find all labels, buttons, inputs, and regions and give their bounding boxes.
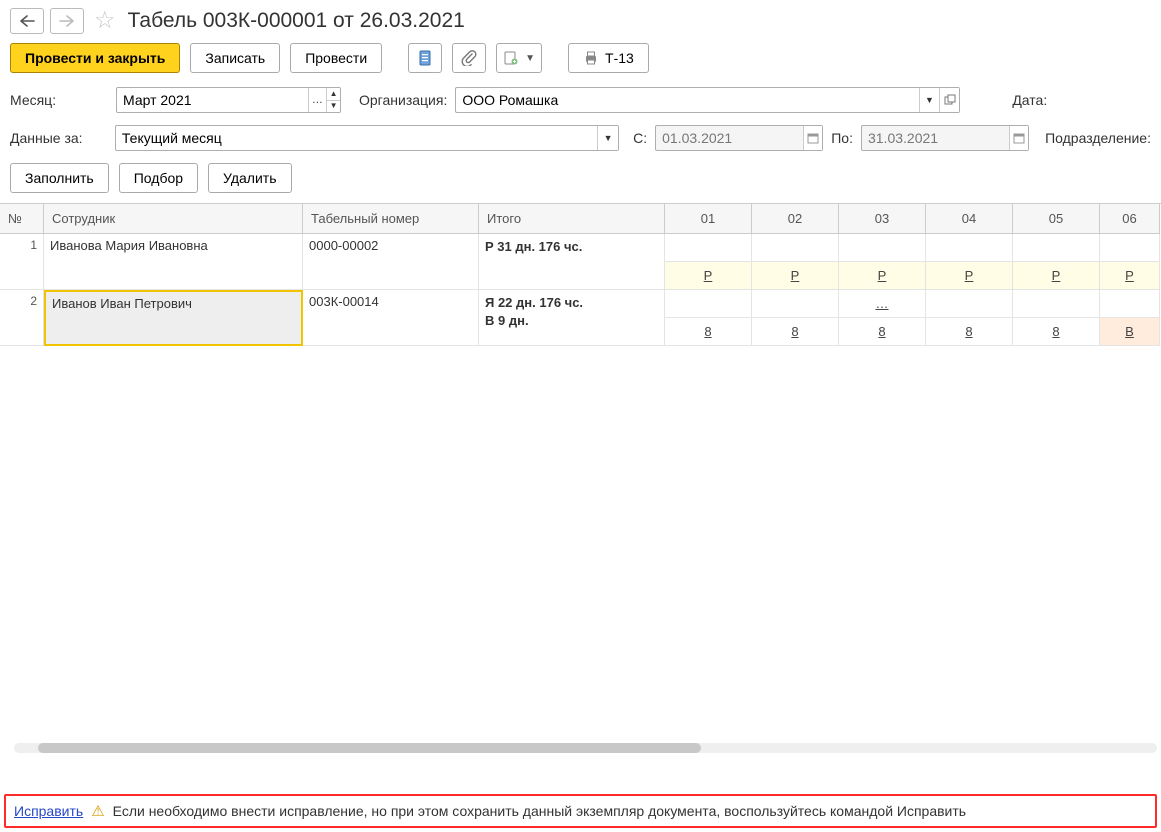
post-and-close-button[interactable]: Провести и закрыть: [10, 43, 180, 73]
col-header-day[interactable]: 06: [1100, 204, 1160, 234]
date-label: Дата:: [1012, 92, 1047, 108]
calendar-to-icon[interactable]: [1009, 126, 1028, 150]
nav-back-button[interactable]: [10, 8, 44, 34]
fill-button[interactable]: Заполнить: [10, 163, 109, 193]
employee-cell[interactable]: Иванова Мария Ивановна: [44, 234, 303, 290]
org-dropdown-button[interactable]: ▼: [919, 88, 939, 112]
page-title: Табель 003К-000001 от 26.03.2021: [128, 9, 465, 33]
calendar-from-icon[interactable]: [803, 126, 822, 150]
dept-label: Подразделение:: [1045, 130, 1151, 146]
col-header-day[interactable]: 04: [926, 204, 1013, 234]
month-label: Месяц:: [10, 92, 108, 108]
day-bot-cell[interactable]: Р: [1013, 262, 1100, 290]
day-top-cell[interactable]: [752, 234, 839, 262]
scrollbar-thumb[interactable]: [38, 743, 701, 753]
day-bot-cell[interactable]: В: [1100, 318, 1160, 346]
row-number: 2: [0, 290, 44, 346]
document-icon-button[interactable]: [408, 43, 442, 73]
post-button[interactable]: Провести: [290, 43, 382, 73]
day-top-cell[interactable]: [926, 290, 1013, 318]
col-header-num[interactable]: №: [0, 204, 44, 234]
org-label: Организация:: [359, 92, 447, 108]
org-open-button[interactable]: [939, 88, 959, 112]
day-top-cell[interactable]: [1100, 290, 1160, 318]
extra-actions-button[interactable]: ▼: [496, 43, 542, 73]
horizontal-scrollbar[interactable]: [14, 743, 1157, 753]
day-bot-cell[interactable]: 8: [752, 318, 839, 346]
day-top-cell[interactable]: [926, 234, 1013, 262]
col-header-total[interactable]: Итого: [479, 204, 665, 234]
data-for-label: Данные за:: [10, 130, 107, 146]
month-spinner[interactable]: ▲▼: [326, 88, 340, 112]
month-select-button[interactable]: …: [308, 88, 327, 112]
day-bot-cell[interactable]: Р: [839, 262, 926, 290]
warning-icon: ⚠: [91, 802, 104, 820]
col-header-day[interactable]: 01: [665, 204, 752, 234]
day-bot-cell[interactable]: 8: [926, 318, 1013, 346]
col-header-day[interactable]: 02: [752, 204, 839, 234]
pick-button[interactable]: Подбор: [119, 163, 198, 193]
tabnum-cell[interactable]: 0000-00002: [303, 234, 479, 290]
day-top-cell[interactable]: [665, 234, 752, 262]
row-number: 1: [0, 234, 44, 290]
date-from-input[interactable]: [655, 125, 823, 151]
day-top-cell[interactable]: [1100, 234, 1160, 262]
col-header-day[interactable]: 05: [1013, 204, 1100, 234]
day-bot-cell[interactable]: 8: [665, 318, 752, 346]
day-top-cell[interactable]: …: [839, 290, 926, 318]
data-for-input[interactable]: ▼: [115, 125, 619, 151]
nav-forward-button[interactable]: [50, 8, 84, 34]
month-input[interactable]: … ▲▼: [116, 87, 341, 113]
day-bot-cell[interactable]: Р: [665, 262, 752, 290]
total-cell: Я 22 дн. 176 чс. В 9 дн.: [479, 290, 665, 346]
day-bot-cell[interactable]: 8: [1013, 318, 1100, 346]
org-input[interactable]: ▼: [455, 87, 960, 113]
total-cell: Р 31 дн. 176 чс.: [479, 234, 665, 290]
day-bot-cell[interactable]: Р: [1100, 262, 1160, 290]
day-top-cell[interactable]: [839, 234, 926, 262]
print-t13-button[interactable]: Т-13: [568, 43, 649, 73]
day-top-cell[interactable]: [1013, 234, 1100, 262]
chevron-down-icon: ▼: [525, 53, 535, 64]
day-top-cell[interactable]: [665, 290, 752, 318]
correct-link[interactable]: Исправить: [14, 803, 83, 819]
day-bot-cell[interactable]: Р: [752, 262, 839, 290]
employee-cell[interactable]: Иванов Иван Петрович: [44, 290, 303, 346]
data-for-dropdown-button[interactable]: ▼: [597, 126, 618, 150]
col-header-tab_num[interactable]: Табельный номер: [303, 204, 479, 234]
attachment-icon-button[interactable]: [452, 43, 486, 73]
day-bot-cell[interactable]: Р: [926, 262, 1013, 290]
col-header-employee[interactable]: Сотрудник: [44, 204, 303, 234]
date-to-input[interactable]: [861, 125, 1029, 151]
correction-notice: Исправить ⚠ Если необходимо внести испра…: [4, 794, 1157, 828]
day-top-cell[interactable]: [752, 290, 839, 318]
favorite-star-icon[interactable]: ☆: [94, 6, 116, 35]
tabnum-cell[interactable]: 003К-00014: [303, 290, 479, 346]
save-button[interactable]: Записать: [190, 43, 280, 73]
col-header-day[interactable]: 03: [839, 204, 926, 234]
delete-button[interactable]: Удалить: [208, 163, 291, 193]
from-label: С:: [633, 130, 647, 146]
correction-text: Если необходимо внести исправление, но п…: [113, 803, 966, 819]
day-top-cell[interactable]: [1013, 290, 1100, 318]
day-bot-cell[interactable]: 8: [839, 318, 926, 346]
to-label: По:: [831, 130, 853, 146]
